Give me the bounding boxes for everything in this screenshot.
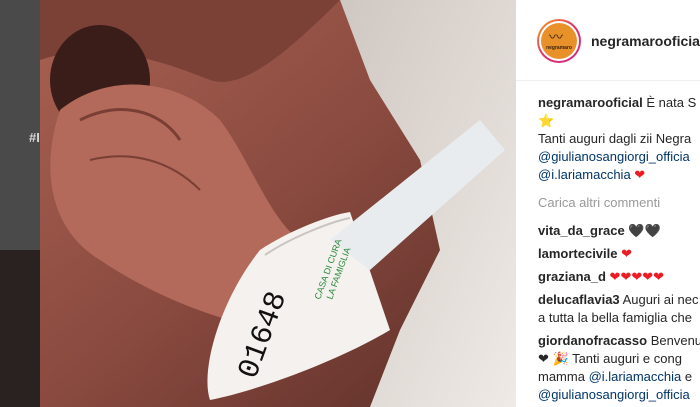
- comment-text: ❤: [621, 246, 633, 261]
- comment-text: ❤ 🎉 Tanti auguri e cong: [538, 351, 682, 366]
- caption-star: ⭐: [538, 112, 700, 130]
- comment-username[interactable]: giordanofracasso: [538, 333, 647, 348]
- comment-text: mamma: [538, 369, 589, 384]
- caption-line: Tanti auguri dagli zii Negra: [538, 130, 700, 148]
- comment-text: 🖤🖤: [628, 223, 661, 238]
- post-author-username[interactable]: negramarooficial: [591, 33, 700, 49]
- background-thumbnail-lower: [0, 250, 42, 407]
- comment: vita_da_grace 🖤🖤: [538, 222, 700, 240]
- comment-text: ❤❤❤❤❤: [609, 269, 665, 284]
- comment: graziana_d ❤❤❤❤❤: [538, 268, 700, 286]
- mention-link[interactable]: @giulianosangiorgi_officia: [538, 149, 690, 164]
- comment-username[interactable]: vita_da_grace: [538, 223, 625, 238]
- caption-line: negramarooficial È nata S: [538, 94, 700, 112]
- caption-username[interactable]: negramarooficial: [538, 95, 643, 110]
- comment-text: Auguri ai nec: [622, 292, 699, 307]
- post-header: 〰 negramaro negramarooficial: [516, 0, 700, 81]
- mention-link[interactable]: @i.lariamacchia: [538, 167, 631, 182]
- comment: lamortecivile ❤: [538, 245, 700, 263]
- post-photo[interactable]: 01648 CASA DI CURA LA FAMIGLIA: [40, 0, 516, 407]
- avatar[interactable]: 〰 negramaro: [537, 19, 581, 63]
- avatar-label: negramaro: [546, 45, 572, 51]
- mention-link[interactable]: @i.lariamacchia: [589, 369, 682, 384]
- load-more-link[interactable]: Carica altri commenti: [538, 195, 660, 210]
- comment: delucaflavia3 Auguri ai nec a tutta la b…: [538, 291, 700, 327]
- comments-list: negramarooficial È nata S ⭐ Tanti auguri…: [538, 94, 700, 404]
- caption-text: È nata S: [646, 95, 697, 110]
- comment: giordanofracasso Benvenu ❤ 🎉 Tanti augur…: [538, 332, 700, 404]
- post-sidebar: 〰 negramaro negramarooficial negramaroof…: [516, 0, 700, 407]
- comment-username[interactable]: graziana_d: [538, 269, 606, 284]
- bird-logo-icon: 〰: [549, 29, 563, 45]
- background-thumbnail: #I: [0, 0, 42, 250]
- comment-text: Benvenu: [650, 333, 700, 348]
- star-emoji: ⭐: [538, 113, 555, 128]
- load-more-comments[interactable]: Carica altri commenti: [538, 194, 700, 212]
- comment-username[interactable]: lamortecivile: [538, 246, 618, 261]
- comment-text: a tutta la bella famiglia che: [538, 310, 692, 325]
- heart-emoji: ❤: [634, 167, 646, 182]
- background-hashtag: #I: [29, 130, 40, 145]
- comment-username[interactable]: delucaflavia3: [538, 292, 620, 307]
- mention-link[interactable]: @giulianosangiorgi_officia: [538, 387, 690, 402]
- comment-text: e: [681, 369, 693, 384]
- caption-text: Tanti auguri dagli zii Negra: [538, 131, 692, 146]
- caption-line: @giulianosangiorgi_officia: [538, 148, 700, 166]
- caption-line: @i.lariamacchia ❤: [538, 166, 700, 184]
- baby-wristband-photo: 01648 CASA DI CURA LA FAMIGLIA: [40, 0, 516, 407]
